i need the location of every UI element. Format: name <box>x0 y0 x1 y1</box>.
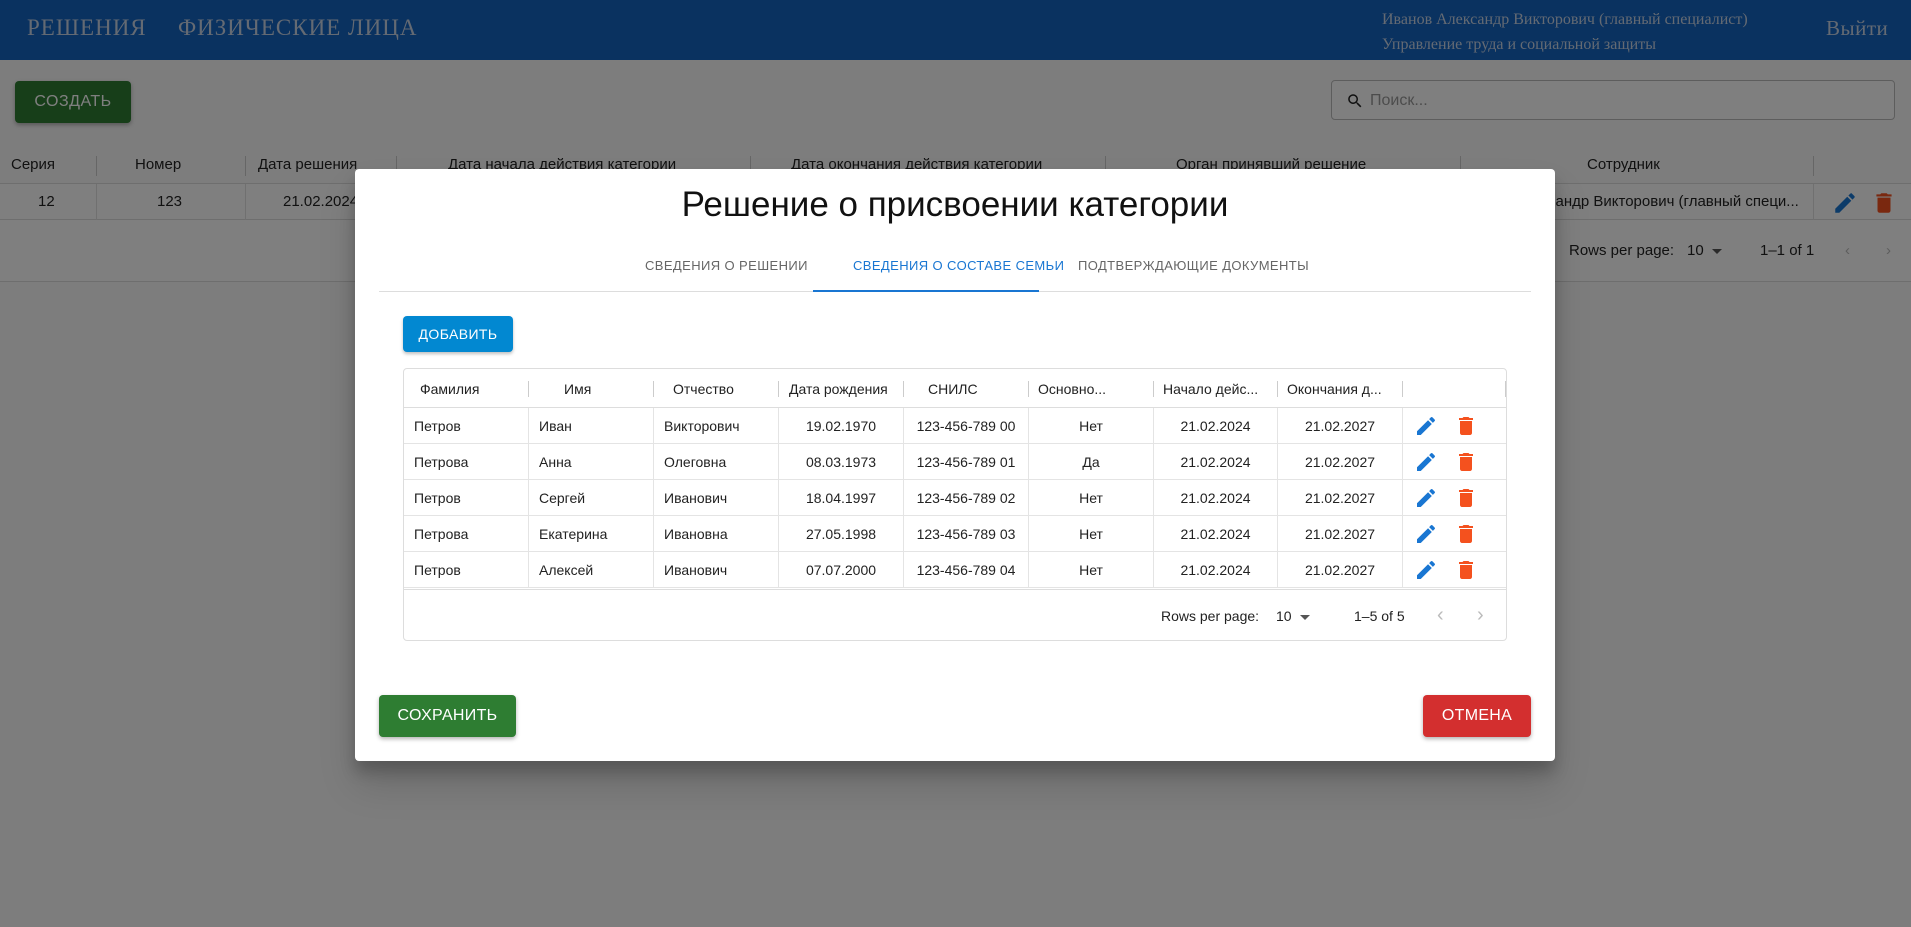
tab-family-info[interactable]: СВЕДЕНИЯ О СОСТАВЕ СЕМЬИ <box>853 258 1064 273</box>
cell-start-date: 21.02.2024 <box>1154 444 1278 480</box>
cell-main: Нет <box>1029 408 1154 444</box>
delete-icon[interactable] <box>1454 486 1478 510</box>
cell-patronymic: Олеговна <box>654 444 779 480</box>
cell-last-name: Петров <box>404 480 529 516</box>
col-last-name[interactable]: Фамилия <box>420 381 520 397</box>
table-row[interactable]: Петров Алексей Иванович 07.07.2000 123-456-7… <box>404 552 1506 588</box>
rows-per-page-label: Rows per page: <box>1161 608 1260 624</box>
cell-birth-date: 08.03.1973 <box>779 444 904 480</box>
edit-icon[interactable] <box>1414 414 1438 438</box>
edit-icon[interactable] <box>1414 486 1438 510</box>
cell-last-name: Петров <box>404 408 529 444</box>
cell-patronymic: Иванович <box>654 480 779 516</box>
cell-snils: 123-456-789 02 <box>904 480 1029 516</box>
add-member-button[interactable]: ДОБАВИТЬ <box>403 316 513 352</box>
family-table: Фамилия Имя Отчество Дата рождения СНИЛС… <box>403 368 1507 641</box>
cell-first-name: Сергей <box>529 480 654 516</box>
col-first-name[interactable]: Имя <box>564 381 644 397</box>
row-actions <box>1412 558 1502 582</box>
active-tab-indicator <box>813 290 1039 292</box>
cell-first-name: Екатерина <box>529 516 654 552</box>
cell-snils: 123-456-789 00 <box>904 408 1029 444</box>
delete-icon[interactable] <box>1454 558 1478 582</box>
cell-start-date: 21.02.2024 <box>1154 408 1278 444</box>
table-row[interactable]: Петров Сергей Иванович 18.04.1997 123-456-78… <box>404 480 1506 516</box>
cell-birth-date: 07.07.2000 <box>779 552 904 588</box>
cell-patronymic: Иванович <box>654 552 779 588</box>
cell-first-name: Алексей <box>529 552 654 588</box>
edit-icon[interactable] <box>1414 450 1438 474</box>
rows-per-page-value: 10 <box>1276 608 1292 624</box>
cell-start-date: 21.02.2024 <box>1154 480 1278 516</box>
row-actions <box>1412 414 1502 438</box>
delete-icon[interactable] <box>1454 414 1478 438</box>
cell-end-date: 21.02.2027 <box>1278 480 1403 516</box>
table-row[interactable]: Петров Иван Викторович 19.02.1970 123-456-78… <box>404 408 1506 444</box>
row-actions <box>1412 522 1502 546</box>
table-row[interactable]: Петрова Екатерина Ивановна 27.05.1998 123-45… <box>404 516 1506 552</box>
edit-icon[interactable] <box>1414 522 1438 546</box>
col-start-date[interactable]: Начало дейс... <box>1163 381 1268 397</box>
decision-dialog: Решение о присвоении категории СВЕДЕНИЯ … <box>355 169 1555 761</box>
col-birth-date[interactable]: Дата рождения <box>789 381 904 397</box>
pagination-range: 1–5 of 5 <box>1354 608 1405 624</box>
col-end-date[interactable]: Окончания д... <box>1287 381 1392 397</box>
cell-end-date: 21.02.2027 <box>1278 516 1403 552</box>
cancel-button[interactable]: ОТМЕНА <box>1423 695 1531 737</box>
cell-first-name: Анна <box>529 444 654 480</box>
save-button[interactable]: СОХРАНИТЬ <box>379 695 516 737</box>
cell-start-date: 21.02.2024 <box>1154 516 1278 552</box>
cell-patronymic: Викторович <box>654 408 779 444</box>
row-actions <box>1412 450 1502 474</box>
cell-end-date: 21.02.2027 <box>1278 552 1403 588</box>
cell-birth-date: 27.05.1998 <box>779 516 904 552</box>
cell-main: Нет <box>1029 552 1154 588</box>
col-main[interactable]: Основно... <box>1038 381 1118 397</box>
cell-last-name: Петрова <box>404 516 529 552</box>
dialog-tabs: СВЕДЕНИЯ О РЕШЕНИИ СВЕДЕНИЯ О СОСТАВЕ СЕ… <box>379 219 1531 292</box>
cell-last-name: Петрова <box>404 444 529 480</box>
cell-first-name: Иван <box>529 408 654 444</box>
cell-main: Нет <box>1029 480 1154 516</box>
cell-end-date: 21.02.2027 <box>1278 408 1403 444</box>
cell-last-name: Петров <box>404 552 529 588</box>
tab-decision-info[interactable]: СВЕДЕНИЯ О РЕШЕНИИ <box>645 258 808 273</box>
delete-icon[interactable] <box>1454 450 1478 474</box>
col-patronymic[interactable]: Отчество <box>673 381 763 397</box>
cell-patronymic: Ивановна <box>654 516 779 552</box>
chevron-right-icon[interactable]: › <box>1477 604 1484 627</box>
rows-per-page-select[interactable]: 10 <box>1276 608 1310 624</box>
cell-main: Нет <box>1029 516 1154 552</box>
dropdown-arrow-icon <box>1299 614 1310 620</box>
cell-snils: 123-456-789 01 <box>904 444 1029 480</box>
col-snils[interactable]: СНИЛС <box>928 381 1008 397</box>
cell-birth-date: 19.02.1970 <box>779 408 904 444</box>
family-table-footer: Rows per page: 10 1–5 of 5 ‹ › <box>404 589 1506 641</box>
cell-snils: 123-456-789 03 <box>904 516 1029 552</box>
cell-end-date: 21.02.2027 <box>1278 444 1403 480</box>
table-row[interactable]: Петрова Анна Олеговна 08.03.1973 123-456-789… <box>404 444 1506 480</box>
row-actions <box>1412 486 1502 510</box>
cell-snils: 123-456-789 04 <box>904 552 1029 588</box>
cell-main: Да <box>1029 444 1154 480</box>
chevron-left-icon[interactable]: ‹ <box>1437 604 1444 627</box>
family-table-header: Фамилия Имя Отчество Дата рождения СНИЛС… <box>404 369 1506 408</box>
delete-icon[interactable] <box>1454 522 1478 546</box>
cell-start-date: 21.02.2024 <box>1154 552 1278 588</box>
cell-birth-date: 18.04.1997 <box>779 480 904 516</box>
tab-documents[interactable]: ПОДТВЕРЖДАЮЩИЕ ДОКУМЕНТЫ <box>1078 258 1309 273</box>
edit-icon[interactable] <box>1414 558 1438 582</box>
